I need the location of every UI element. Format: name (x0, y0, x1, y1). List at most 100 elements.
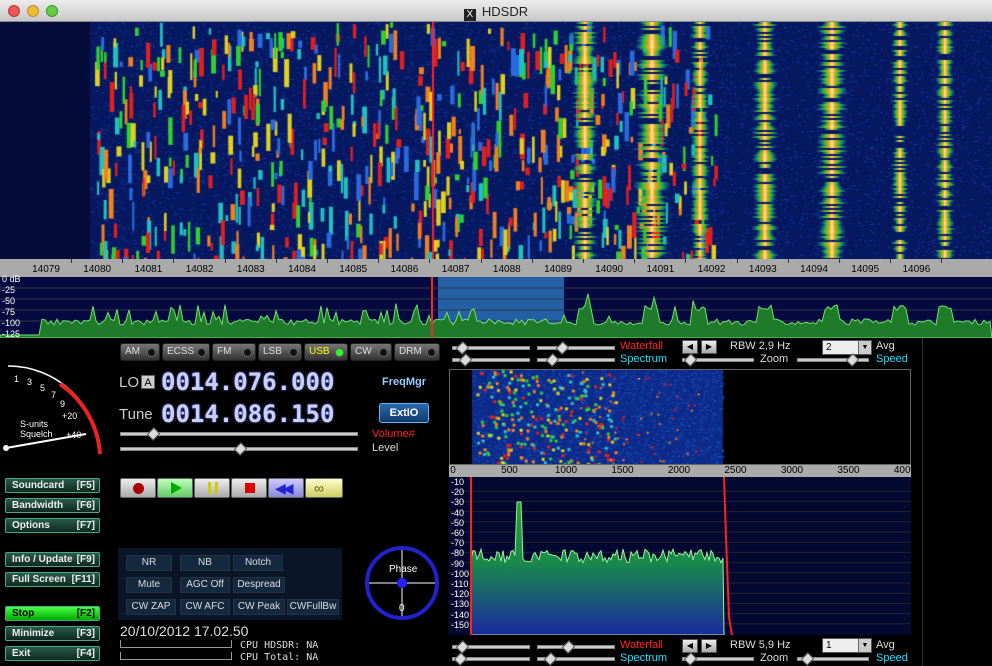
ruler-tick-label: 14094 (800, 264, 828, 275)
mode-button-am[interactable]: AM (120, 343, 160, 361)
side-button-label: Exit (12, 648, 31, 659)
side-button-key: [F9] (76, 554, 95, 565)
record-button[interactable] (120, 478, 156, 498)
spectrum-contrast-slider-bottom[interactable] (452, 652, 530, 666)
window-title: X HDSDR (0, 4, 992, 21)
rbw-increase-button-bottom[interactable]: ▶ (701, 639, 717, 653)
audio-db-label: -80 (451, 548, 465, 559)
dsp-button-cwfullbw[interactable]: CWFullBw (287, 599, 339, 615)
mode-button-ecss[interactable]: ECSS (162, 343, 210, 361)
zoom-slider-top[interactable] (682, 353, 754, 367)
vfo-a-button[interactable]: A (141, 375, 155, 389)
ruler-tick-mark (378, 259, 380, 263)
audio-db-label: -140 (451, 609, 470, 620)
mode-button-usb[interactable]: USB (304, 343, 348, 361)
play-button[interactable] (157, 478, 193, 498)
waterfall-label-bottom: Waterfall (620, 639, 663, 651)
side-button-minimize[interactable]: Minimize [F3] (5, 626, 100, 641)
waterfall-brightness-slider-top[interactable] (537, 341, 615, 355)
lo-frequency-display[interactable]: 0014.076.000 (161, 368, 334, 396)
ruler-tick-label: 14079 (32, 264, 60, 275)
main-spectrum[interactable]: 0 dB -25 -50 -75 -100 -125 (0, 275, 992, 339)
side-button-full-screen[interactable]: Full Screen [F11] (5, 572, 100, 587)
ruler-tick-mark (173, 259, 175, 263)
dsp-button-mute[interactable]: Mute (126, 577, 172, 593)
x11-icon: X (463, 9, 476, 21)
stop-playback-button[interactable] (231, 478, 267, 498)
mode-button-drm[interactable]: DRM (394, 343, 440, 361)
spectrum-brightness-slider-top[interactable] (537, 353, 615, 367)
audio-spectrum[interactable]: -10 -20 -30 -40 -50 -60 -70 -80 -90 -100 -110 -120-… (449, 477, 911, 635)
lo-label: LO (119, 374, 140, 391)
ruler-tick-label: 14096 (902, 264, 931, 275)
spectrum-label-top: Spectrum (620, 353, 668, 365)
audio-frequency-ruler[interactable]: 0 500 1000 1500 2000 2500 3000 3500 4000 (449, 465, 916, 477)
dsp-button-cw-afc[interactable]: CW AFC (180, 599, 230, 615)
side-button-label: Options (12, 520, 50, 531)
ruler-tick-label: 14086 (390, 264, 419, 275)
audio-db-label: -50 (451, 517, 465, 528)
side-button-info-update[interactable]: Info / Update [F9] (5, 552, 100, 567)
tune-frequency-display[interactable]: 0014.086.150 (161, 400, 334, 428)
level-slider[interactable] (120, 442, 358, 456)
side-button-key: [F6] (76, 500, 95, 511)
loop-button[interactable]: ∞ (305, 478, 343, 498)
zoom-slider-bottom[interactable] (682, 652, 754, 666)
audio-ruler-tick: 0 (450, 465, 456, 476)
mode-led-icon (379, 348, 388, 357)
main-waterfall[interactable] (0, 22, 992, 259)
pause-icon (208, 482, 211, 494)
extio-button[interactable]: ExtIO (379, 403, 429, 423)
rbw-increase-button-top[interactable]: ▶ (701, 340, 717, 354)
audio-ruler-tick: 4000 (893, 465, 917, 476)
freqmgr-button[interactable]: FreqMgr (379, 372, 429, 392)
waterfall-brightness-slider-bottom[interactable] (537, 640, 615, 654)
rbw-decrease-button-bottom[interactable]: ◀ (682, 639, 698, 653)
speed-slider-bottom[interactable] (797, 652, 869, 666)
side-button-exit[interactable]: Exit [F4] (5, 646, 100, 661)
mode-button-fm[interactable]: FM (212, 343, 256, 361)
ruler-tick-mark (327, 259, 328, 263)
avg-select-top[interactable]: 2 ▼ (822, 340, 872, 355)
dsp-button-notch[interactable]: Notch (233, 555, 283, 571)
audio-ruler-tick: 1000 (554, 465, 578, 476)
volume-slider[interactable] (120, 427, 358, 441)
audio-waterfall[interactable] (449, 369, 911, 465)
dsp-button-nr[interactable]: NR (126, 555, 172, 571)
audio-db-label: -110 (451, 579, 469, 589)
side-button-bandwidth[interactable]: Bandwidth [F6] (5, 498, 100, 513)
frequency-ruler[interactable]: 14079 14080 14081 14082 14083 14084 14085 14086… (0, 259, 992, 277)
avg-select-bottom[interactable]: 1 ▼ (822, 638, 872, 653)
audio-db-label: -120 (451, 589, 470, 600)
dsp-button-cw-zap[interactable]: CW ZAP (126, 599, 176, 615)
mode-label: DRM (399, 346, 422, 357)
spectrum-contrast-slider-top[interactable] (452, 353, 530, 367)
dsp-button-nb[interactable]: NB (180, 555, 230, 571)
spectrum-brightness-slider-bottom[interactable] (537, 652, 615, 666)
level-label: Level (372, 442, 399, 454)
dsp-button-despread[interactable]: Despread (233, 577, 285, 593)
pause-button[interactable] (194, 478, 230, 498)
audio-db-label: -150 (451, 619, 470, 630)
rbw-label-bottom: RBW 5,9 Hz (730, 639, 791, 651)
mode-button-lsb[interactable]: LSB (258, 343, 302, 361)
rewind-button[interactable]: ◀◀ (268, 478, 304, 498)
speed-slider-top[interactable] (797, 353, 869, 367)
ruler-tick-mark (122, 259, 124, 263)
side-button-soundcard[interactable]: Soundcard [F5] (5, 478, 100, 493)
waterfall-contrast-slider-top[interactable] (452, 341, 530, 355)
side-button-options[interactable]: Options [F7] (5, 518, 100, 533)
audio-spectrum-graph (449, 477, 911, 635)
mode-led-icon (197, 348, 206, 357)
mode-button-cw[interactable]: CW (350, 343, 392, 361)
side-button-stop[interactable]: Stop [F2] (5, 606, 100, 621)
ruler-tick-label: 14091 (646, 264, 675, 275)
mode-led-icon (147, 348, 156, 357)
dsp-button-cw-peak[interactable]: CW Peak (233, 599, 285, 615)
dsp-button-agc-off[interactable]: AGC Off (180, 577, 230, 593)
rbw-decrease-button-top[interactable]: ◀ (682, 340, 698, 354)
db-scale-label: -50 (2, 296, 16, 306)
ruler-tick-mark (71, 259, 72, 263)
zoom-label-top: Zoom (760, 353, 789, 365)
waterfall-contrast-slider-bottom[interactable] (452, 640, 530, 654)
